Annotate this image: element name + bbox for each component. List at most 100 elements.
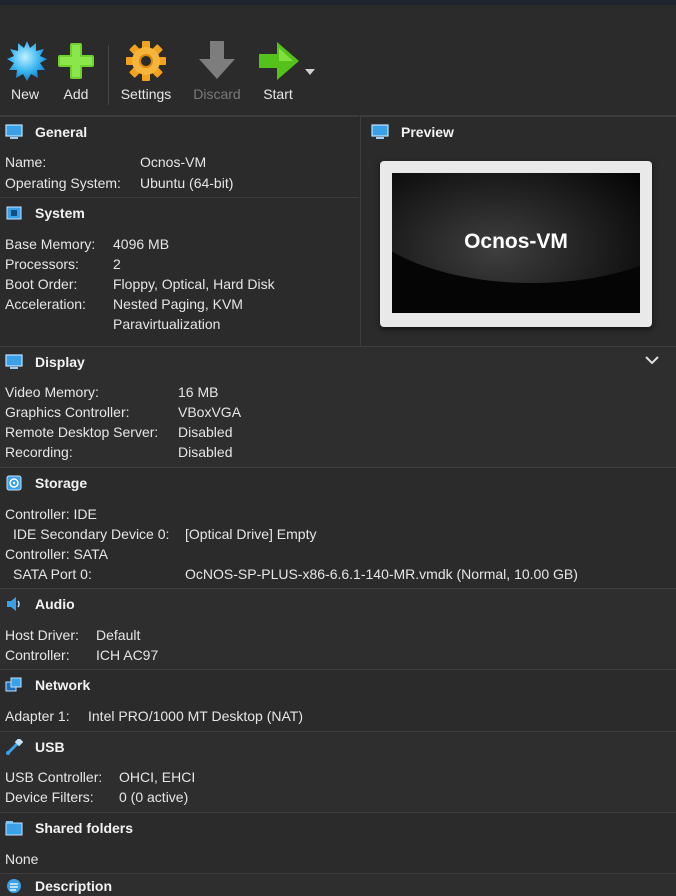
storage-key: Controller: IDE xyxy=(5,506,97,522)
preview-screen: Ocnos-VM xyxy=(392,173,640,313)
shared-folders-value: None xyxy=(5,851,39,867)
preview-vm-name: Ocnos-VM xyxy=(464,230,568,253)
display-value: 16 MB xyxy=(178,384,219,400)
monitor-icon xyxy=(371,124,389,139)
description-title: Description xyxy=(35,878,113,894)
chevron-down-icon[interactable] xyxy=(644,354,660,366)
shared-folders-header[interactable]: Shared folders xyxy=(0,813,676,843)
discard-button-label: Discard xyxy=(193,86,241,102)
preview-frame: Ocnos-VM xyxy=(380,161,652,327)
general-title: General xyxy=(35,124,88,140)
description-header[interactable]: Description xyxy=(0,874,676,896)
disk-icon xyxy=(6,475,22,491)
network-section: Network Adapter 1: Intel PRO/1000 MT Des… xyxy=(0,669,676,731)
display-value: Disabled xyxy=(178,444,233,460)
monitor-icon xyxy=(5,124,23,139)
usb-title: USB xyxy=(35,739,65,755)
storage-key: SATA Port 0: xyxy=(13,566,92,582)
audio-value: Default xyxy=(96,627,141,643)
network-title: Network xyxy=(35,677,91,693)
system-section: System Base Memory: 4096 MB Processors: … xyxy=(0,197,359,346)
network-header[interactable]: Network xyxy=(0,670,676,700)
display-value: Disabled xyxy=(178,424,233,440)
usb-value: 0 (0 active) xyxy=(119,789,189,805)
storage-header[interactable]: Storage xyxy=(0,468,676,498)
description-section: Description xyxy=(0,873,676,896)
audio-header[interactable]: Audio xyxy=(0,589,676,619)
new-button-label: New xyxy=(10,86,39,102)
audio-key: Host Driver: xyxy=(5,627,79,643)
display-key: Video Memory: xyxy=(5,384,99,400)
system-header[interactable]: System xyxy=(0,198,359,228)
speaker-icon xyxy=(7,597,20,611)
system-title: System xyxy=(35,205,85,221)
settings-button-label: Settings xyxy=(120,86,172,102)
preview-title: Preview xyxy=(401,124,454,140)
usb-key: Device Filters: xyxy=(5,789,94,805)
audio-section: Audio Host Driver: Default Controller: I… xyxy=(0,588,676,669)
storage-key: Controller: SATA xyxy=(5,546,108,562)
display-key: Recording: xyxy=(5,444,73,460)
settings-button[interactable]: Settings xyxy=(118,39,174,102)
monitor-icon xyxy=(5,354,23,369)
system-value: 2 xyxy=(113,256,121,272)
storage-section: Storage Controller: IDE IDE Secondary De… xyxy=(0,467,676,588)
usb-header[interactable]: USB xyxy=(0,732,676,762)
general-header[interactable]: General xyxy=(0,117,359,147)
dropdown-caret-icon[interactable] xyxy=(305,69,315,75)
new-vm-icon xyxy=(7,41,47,81)
system-value: Floppy, Optical, Hard Disk xyxy=(113,276,275,292)
system-key: Processors: xyxy=(5,256,79,272)
general-key: Name: xyxy=(5,154,47,170)
usb-section: USB USB Controller: OHCI, EHCI Device Fi… xyxy=(0,731,676,812)
storage-key: IDE Secondary Device 0: xyxy=(13,526,170,542)
display-section: Display Video Memory: 16 MB Graphics Con… xyxy=(0,346,676,467)
audio-value: ICH AC97 xyxy=(96,647,159,663)
shared-folders-title: Shared folders xyxy=(35,820,134,836)
discard-arrow-icon xyxy=(199,41,235,79)
system-key: Boot Order: xyxy=(5,276,78,292)
shared-folders-section: Shared folders None xyxy=(0,812,676,873)
general-value: Ocnos-VM xyxy=(140,154,207,170)
new-button[interactable]: New xyxy=(5,39,47,102)
settings-gear-icon xyxy=(126,41,166,81)
general-value: Ubuntu (64-bit) xyxy=(140,175,234,191)
usb-value: OHCI, EHCI xyxy=(119,769,196,785)
start-button-label: Start xyxy=(263,86,293,102)
start-button[interactable]: Start xyxy=(257,39,299,102)
general-section: General Name: Ocnos-VM Operating System:… xyxy=(0,116,359,197)
audio-key: Controller: xyxy=(5,647,70,663)
main-toolbar: New Add Settings Discard Start xyxy=(0,5,676,116)
display-key: Remote Desktop Server: xyxy=(5,424,159,440)
network-icon xyxy=(5,677,22,692)
usb-icon xyxy=(6,739,23,755)
preview-sheen xyxy=(392,173,640,283)
system-value: Paravirtualization xyxy=(113,316,221,332)
folder-icon xyxy=(5,821,23,836)
start-arrow-icon xyxy=(259,42,299,80)
display-title: Display xyxy=(35,354,85,370)
display-header[interactable]: Display xyxy=(0,347,676,377)
add-button[interactable]: Add xyxy=(54,39,98,102)
preview-header[interactable]: Preview xyxy=(361,117,676,147)
storage-value: [Optical Drive] Empty xyxy=(185,526,317,542)
system-key: Base Memory: xyxy=(5,236,96,252)
storage-title: Storage xyxy=(35,475,88,491)
chip-icon xyxy=(6,206,22,220)
add-icon xyxy=(58,43,94,79)
display-key: Graphics Controller: xyxy=(5,404,130,420)
system-key: Acceleration: xyxy=(5,296,86,312)
usb-key: USB Controller: xyxy=(5,769,103,785)
discard-button[interactable]: Discard xyxy=(191,39,243,102)
network-value: Intel PRO/1000 MT Desktop (NAT) xyxy=(88,708,303,724)
network-key: Adapter 1: xyxy=(5,708,70,724)
audio-title: Audio xyxy=(35,596,75,612)
display-value: VBoxVGA xyxy=(178,404,242,420)
toolbar-separator xyxy=(108,45,109,105)
system-value: Nested Paging, KVM xyxy=(113,296,243,312)
add-button-label: Add xyxy=(63,86,89,102)
description-icon xyxy=(7,879,21,893)
general-key: Operating System: xyxy=(5,175,121,191)
system-value: 4096 MB xyxy=(113,236,170,252)
storage-value: OcNOS-SP-PLUS-x86-6.6.1-140-MR.vmdk (Nor… xyxy=(185,566,578,582)
